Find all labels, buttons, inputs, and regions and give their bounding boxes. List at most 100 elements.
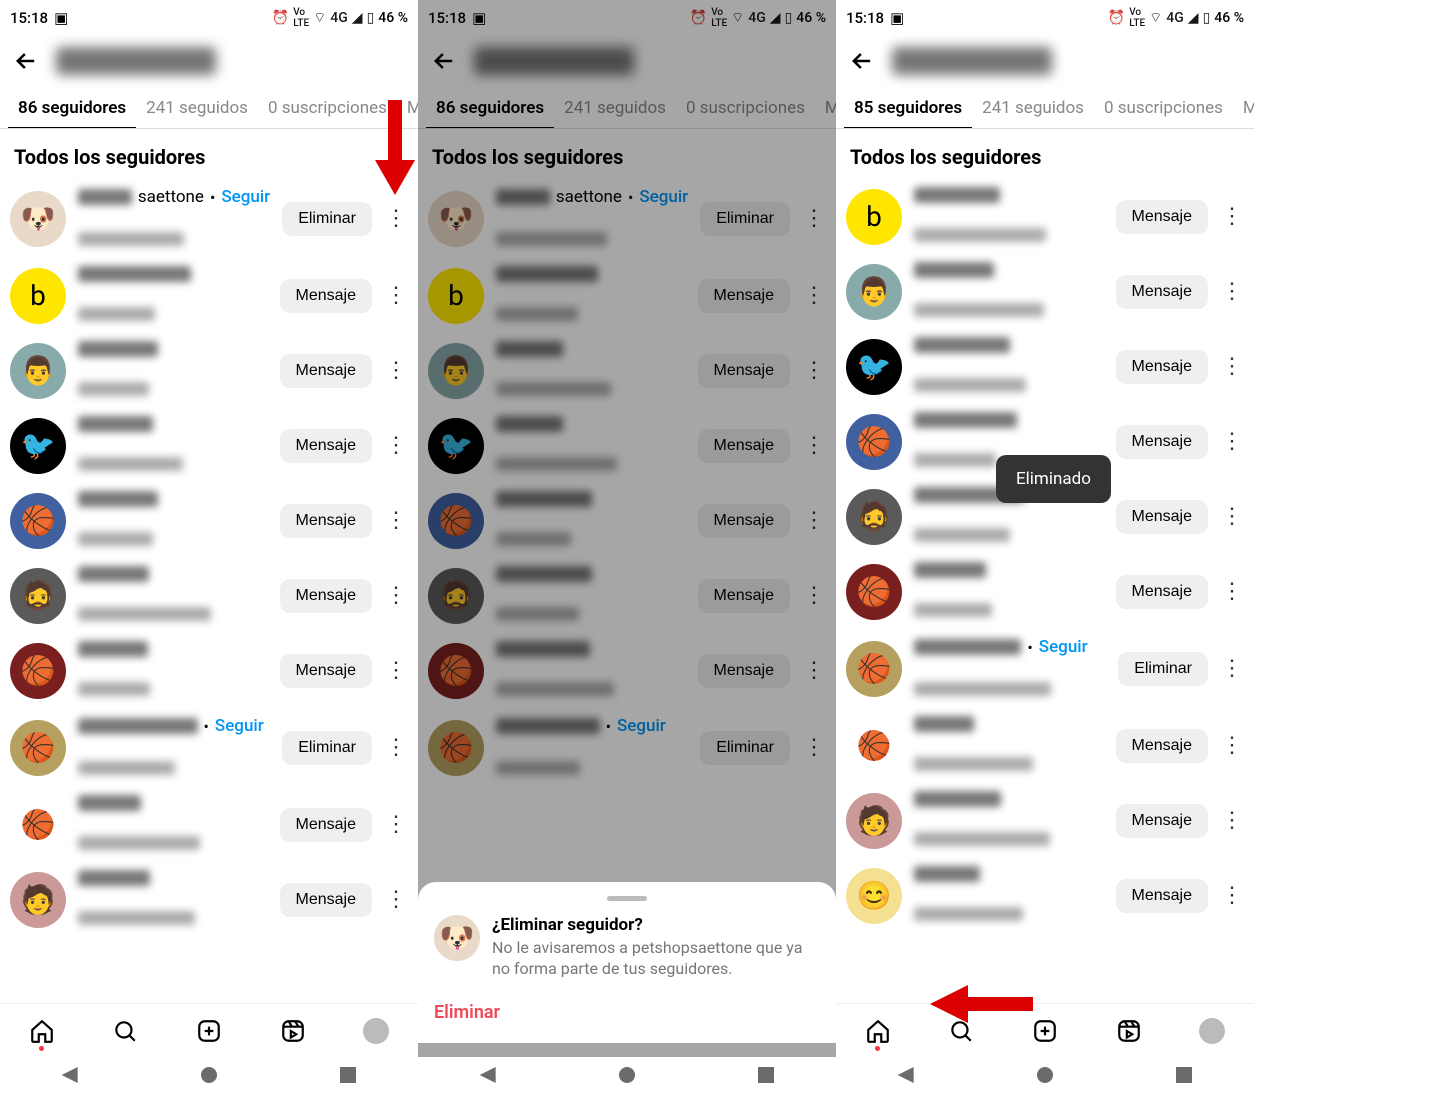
more-icon[interactable]: ⋮ [1220,656,1244,681]
tab-brands[interactable]: Marcas [1233,86,1254,128]
mensaje-button[interactable]: Mensaje [280,504,372,538]
search-icon[interactable] [111,1017,139,1045]
sys-recent-icon[interactable] [340,1067,356,1083]
create-icon[interactable] [195,1017,223,1045]
avatar[interactable]: 🧔 [428,568,484,624]
sys-back-icon[interactable] [480,1067,496,1083]
list-item[interactable]: 🏀Mensaje⋮ [836,708,1254,783]
eliminar-button[interactable]: Eliminar [700,202,790,236]
more-icon[interactable]: ⋮ [1220,504,1244,529]
more-icon[interactable]: ⋮ [1220,279,1244,304]
more-icon[interactable]: ⋮ [802,206,826,231]
mensaje-button[interactable]: Mensaje [698,279,790,313]
more-icon[interactable]: ⋮ [384,508,408,533]
list-item[interactable]: 👨Mensaje⋮ [0,333,418,408]
list-item[interactable]: 🏀 • SeguirEliminar⋮ [0,708,418,787]
list-item[interactable]: 😊Mensaje⋮ [836,858,1254,933]
more-icon[interactable]: ⋮ [1220,733,1244,758]
avatar[interactable]: 🏀 [10,797,66,853]
eliminar-button[interactable]: Eliminar [282,202,372,236]
tab-subscriptions[interactable]: 0 suscripciones [1094,86,1233,128]
mensaje-button[interactable]: Mensaje [698,579,790,613]
mensaje-button[interactable]: Mensaje [1116,275,1208,309]
mensaje-button[interactable]: Mensaje [698,654,790,688]
mensaje-button[interactable]: Mensaje [1116,200,1208,234]
mensaje-button[interactable]: Mensaje [1116,879,1208,913]
list-item[interactable]: 🐦Mensaje⋮ [836,329,1254,404]
tab-following[interactable]: 241 seguidos [136,86,258,128]
mensaje-button[interactable]: Mensaje [280,654,372,688]
more-icon[interactable]: ⋮ [802,583,826,608]
sys-recent-icon[interactable] [1176,1067,1192,1083]
list-item[interactable]: 🏀 Mensaje ⋮ [0,483,418,558]
more-icon[interactable]: ⋮ [384,887,408,912]
avatar[interactable]: 🧑 [846,793,902,849]
more-icon[interactable]: ⋮ [802,508,826,533]
avatar[interactable]: 🏀 [428,643,484,699]
list-item[interactable]: 🐶saettone • SeguirEliminar⋮ [418,179,836,258]
tab-followers[interactable]: 86 seguidores [426,86,554,128]
back-icon[interactable] [12,47,40,75]
tab-followers[interactable]: 86 seguidores [8,86,136,128]
more-icon[interactable]: ⋮ [802,433,826,458]
reels-icon[interactable] [279,1017,307,1045]
avatar[interactable]: 👨 [428,343,484,399]
list-item[interactable]: bMensaje⋮ [0,258,418,333]
more-icon[interactable]: ⋮ [384,433,408,458]
avatar[interactable]: 🐦 [10,418,66,474]
sys-recent-icon[interactable] [758,1067,774,1083]
list-item[interactable]: bMensaje⋮ [836,179,1254,254]
mensaje-button[interactable]: Mensaje [1116,500,1208,534]
more-icon[interactable]: ⋮ [802,735,826,760]
list-item[interactable]: 🧑Mensaje⋮ [0,862,418,937]
mensaje-button[interactable]: Mensaje [1116,729,1208,763]
mensaje-button[interactable]: Mensaje [1116,425,1208,459]
back-icon[interactable] [848,47,876,75]
mensaje-button[interactable]: Mensaje [1116,804,1208,838]
avatar[interactable]: 🐦 [428,418,484,474]
more-icon[interactable]: ⋮ [1220,883,1244,908]
avatar[interactable]: 🏀 [10,493,66,549]
tab-following[interactable]: 241 seguidos [554,86,676,128]
list-item[interactable]: 🏀 • SeguirEliminar⋮ [836,629,1254,708]
list-item[interactable]: 🏀Mensaje⋮ [418,483,836,558]
eliminar-button[interactable]: Eliminar [282,731,372,765]
avatar[interactable]: b [428,268,484,324]
list-item[interactable]: 🏀Mensaje⋮ [0,633,418,708]
more-icon[interactable]: ⋮ [384,283,408,308]
avatar[interactable]: 👨 [10,343,66,399]
more-icon[interactable]: ⋮ [802,283,826,308]
list-item[interactable]: 👨 Mensaje ⋮ [836,254,1254,329]
avatar[interactable]: 👨 [846,264,902,320]
follow-link[interactable]: Seguir [639,187,688,207]
profile-icon[interactable] [362,1017,390,1045]
avatar[interactable]: 🐶 [10,191,66,247]
tab-brands[interactable]: Marcas [397,86,418,128]
mensaje-button[interactable]: Mensaje [280,429,372,463]
list-item[interactable]: 🐦 Mensaje ⋮ [418,408,836,483]
mensaje-button[interactable]: Mensaje [698,429,790,463]
avatar[interactable]: 🏀 [846,641,902,697]
more-icon[interactable]: ⋮ [802,658,826,683]
more-icon[interactable]: ⋮ [384,583,408,608]
reels-icon[interactable] [1115,1017,1143,1045]
avatar[interactable]: 🐦 [846,339,902,395]
more-icon[interactable]: ⋮ [1220,808,1244,833]
list-item[interactable]: 🧔Mensaje⋮ [0,558,418,633]
more-icon[interactable]: ⋮ [1220,204,1244,229]
list-item[interactable]: 🏀Mensaje⋮ [836,554,1254,629]
more-icon[interactable]: ⋮ [384,206,408,231]
sys-home-icon[interactable] [1037,1067,1053,1083]
tab-subscriptions[interactable]: 0 suscripciones [676,86,815,128]
list-item[interactable]: 👨Mensaje⋮ [418,333,836,408]
list-item[interactable]: b Mensaje ⋮ [418,258,836,333]
mensaje-button[interactable]: Mensaje [698,354,790,388]
list-item[interactable]: 🐶saettone • SeguirEliminar⋮ [0,179,418,258]
sheet-eliminar-button[interactable]: Eliminar [434,1002,820,1023]
list-item[interactable]: 🧔 Mensaje ⋮ [418,558,836,633]
sys-back-icon[interactable] [62,1067,78,1083]
tab-following[interactable]: 241 seguidos [972,86,1094,128]
more-icon[interactable]: ⋮ [384,358,408,383]
more-icon[interactable]: ⋮ [1220,354,1244,379]
avatar[interactable]: 🏀 [846,414,902,470]
